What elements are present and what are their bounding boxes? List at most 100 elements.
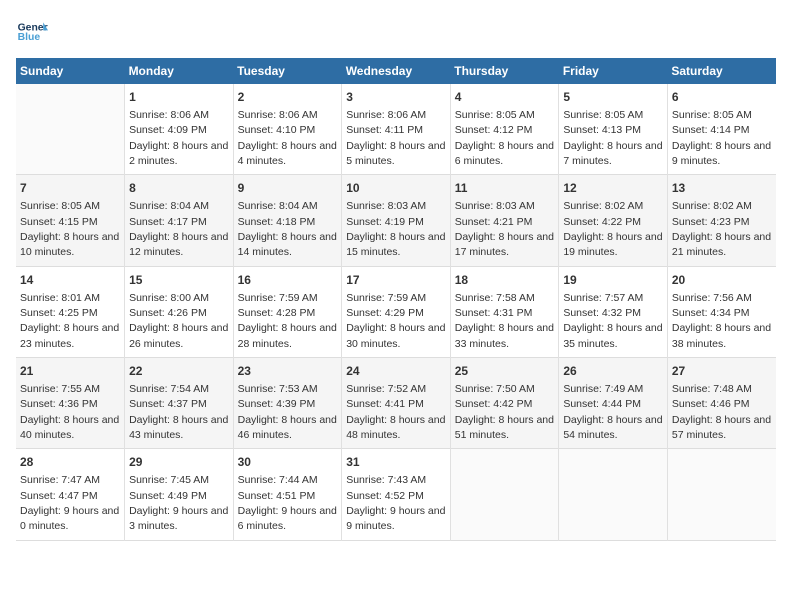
cell-daylight: Daylight: 8 hours and 5 minutes.: [346, 140, 445, 167]
cell-daylight: Daylight: 8 hours and 2 minutes.: [129, 140, 228, 167]
calendar-cell: 22 Sunrise: 7:54 AM Sunset: 4:37 PM Dayl…: [125, 358, 234, 449]
cell-sunset: Sunset: 4:31 PM: [455, 307, 533, 319]
cell-sunrise: Sunrise: 7:53 AM: [238, 383, 318, 395]
calendar-cell: 12 Sunrise: 8:02 AM Sunset: 4:22 PM Dayl…: [559, 175, 668, 266]
cell-daylight: Daylight: 8 hours and 57 minutes.: [672, 414, 771, 441]
cell-sunset: Sunset: 4:09 PM: [129, 124, 207, 136]
weekday-header-cell: Monday: [125, 58, 234, 84]
cell-sunset: Sunset: 4:14 PM: [672, 124, 750, 136]
calendar-cell: 15 Sunrise: 8:00 AM Sunset: 4:26 PM Dayl…: [125, 266, 234, 357]
calendar-cell: 5 Sunrise: 8:05 AM Sunset: 4:13 PM Dayli…: [559, 84, 668, 175]
day-number: 2: [238, 89, 338, 106]
cell-sunrise: Sunrise: 7:48 AM: [672, 383, 752, 395]
calendar-cell: 10 Sunrise: 8:03 AM Sunset: 4:19 PM Dayl…: [342, 175, 451, 266]
day-number: 13: [672, 180, 772, 197]
day-number: 14: [20, 272, 120, 289]
cell-sunset: Sunset: 4:41 PM: [346, 398, 424, 410]
calendar-cell: [450, 449, 559, 540]
cell-sunrise: Sunrise: 7:50 AM: [455, 383, 535, 395]
day-number: 20: [672, 272, 772, 289]
day-number: 24: [346, 363, 446, 380]
cell-sunrise: Sunrise: 7:45 AM: [129, 474, 209, 486]
cell-sunset: Sunset: 4:49 PM: [129, 490, 207, 502]
cell-sunrise: Sunrise: 7:47 AM: [20, 474, 100, 486]
day-number: 4: [455, 89, 555, 106]
cell-sunset: Sunset: 4:28 PM: [238, 307, 316, 319]
cell-daylight: Daylight: 9 hours and 3 minutes.: [129, 505, 228, 532]
weekday-header-row: SundayMondayTuesdayWednesdayThursdayFrid…: [16, 58, 776, 84]
cell-sunrise: Sunrise: 7:54 AM: [129, 383, 209, 395]
calendar-cell: 24 Sunrise: 7:52 AM Sunset: 4:41 PM Dayl…: [342, 358, 451, 449]
day-number: 22: [129, 363, 229, 380]
cell-sunset: Sunset: 4:22 PM: [563, 216, 641, 228]
cell-daylight: Daylight: 8 hours and 15 minutes.: [346, 231, 445, 258]
cell-daylight: Daylight: 9 hours and 6 minutes.: [238, 505, 337, 532]
weekday-header-cell: Sunday: [16, 58, 125, 84]
day-number: 19: [563, 272, 663, 289]
weekday-header-cell: Tuesday: [233, 58, 342, 84]
calendar-week-row: 21 Sunrise: 7:55 AM Sunset: 4:36 PM Dayl…: [16, 358, 776, 449]
calendar-cell: [559, 449, 668, 540]
cell-sunrise: Sunrise: 8:04 AM: [129, 200, 209, 212]
calendar-cell: 25 Sunrise: 7:50 AM Sunset: 4:42 PM Dayl…: [450, 358, 559, 449]
cell-sunrise: Sunrise: 8:03 AM: [455, 200, 535, 212]
day-number: 9: [238, 180, 338, 197]
cell-sunset: Sunset: 4:19 PM: [346, 216, 424, 228]
cell-sunset: Sunset: 4:37 PM: [129, 398, 207, 410]
weekday-header-cell: Saturday: [667, 58, 776, 84]
cell-daylight: Daylight: 8 hours and 10 minutes.: [20, 231, 119, 258]
calendar-cell: 6 Sunrise: 8:05 AM Sunset: 4:14 PM Dayli…: [667, 84, 776, 175]
cell-sunset: Sunset: 4:17 PM: [129, 216, 207, 228]
svg-text:Blue: Blue: [18, 32, 41, 43]
cell-sunset: Sunset: 4:52 PM: [346, 490, 424, 502]
calendar-cell: 23 Sunrise: 7:53 AM Sunset: 4:39 PM Dayl…: [233, 358, 342, 449]
calendar-cell: 29 Sunrise: 7:45 AM Sunset: 4:49 PM Dayl…: [125, 449, 234, 540]
weekday-header-cell: Thursday: [450, 58, 559, 84]
day-number: 18: [455, 272, 555, 289]
cell-sunrise: Sunrise: 7:43 AM: [346, 474, 426, 486]
cell-sunrise: Sunrise: 8:04 AM: [238, 200, 318, 212]
page-header: General Blue: [16, 16, 776, 48]
calendar-cell: 16 Sunrise: 7:59 AM Sunset: 4:28 PM Dayl…: [233, 266, 342, 357]
cell-sunset: Sunset: 4:36 PM: [20, 398, 98, 410]
day-number: 29: [129, 454, 229, 471]
cell-sunrise: Sunrise: 7:52 AM: [346, 383, 426, 395]
calendar-cell: 19 Sunrise: 7:57 AM Sunset: 4:32 PM Dayl…: [559, 266, 668, 357]
calendar-cell: 17 Sunrise: 7:59 AM Sunset: 4:29 PM Dayl…: [342, 266, 451, 357]
cell-sunset: Sunset: 4:46 PM: [672, 398, 750, 410]
cell-sunrise: Sunrise: 8:02 AM: [672, 200, 752, 212]
cell-sunset: Sunset: 4:51 PM: [238, 490, 316, 502]
cell-sunrise: Sunrise: 8:05 AM: [672, 109, 752, 121]
calendar-cell: 9 Sunrise: 8:04 AM Sunset: 4:18 PM Dayli…: [233, 175, 342, 266]
cell-daylight: Daylight: 9 hours and 0 minutes.: [20, 505, 119, 532]
day-number: 5: [563, 89, 663, 106]
cell-daylight: Daylight: 8 hours and 38 minutes.: [672, 322, 771, 349]
day-number: 17: [346, 272, 446, 289]
cell-daylight: Daylight: 8 hours and 26 minutes.: [129, 322, 228, 349]
weekday-header-cell: Wednesday: [342, 58, 451, 84]
cell-daylight: Daylight: 8 hours and 7 minutes.: [563, 140, 662, 167]
cell-daylight: Daylight: 8 hours and 14 minutes.: [238, 231, 337, 258]
cell-sunset: Sunset: 4:26 PM: [129, 307, 207, 319]
day-number: 31: [346, 454, 446, 471]
day-number: 25: [455, 363, 555, 380]
calendar-cell: 1 Sunrise: 8:06 AM Sunset: 4:09 PM Dayli…: [125, 84, 234, 175]
calendar-week-row: 28 Sunrise: 7:47 AM Sunset: 4:47 PM Dayl…: [16, 449, 776, 540]
cell-sunrise: Sunrise: 7:59 AM: [238, 292, 318, 304]
day-number: 15: [129, 272, 229, 289]
day-number: 8: [129, 180, 229, 197]
calendar-cell: [667, 449, 776, 540]
day-number: 23: [238, 363, 338, 380]
cell-daylight: Daylight: 8 hours and 6 minutes.: [455, 140, 554, 167]
day-number: 11: [455, 180, 555, 197]
cell-daylight: Daylight: 8 hours and 40 minutes.: [20, 414, 119, 441]
cell-sunrise: Sunrise: 8:05 AM: [563, 109, 643, 121]
cell-sunset: Sunset: 4:32 PM: [563, 307, 641, 319]
day-number: 16: [238, 272, 338, 289]
cell-sunset: Sunset: 4:39 PM: [238, 398, 316, 410]
calendar-cell: 26 Sunrise: 7:49 AM Sunset: 4:44 PM Dayl…: [559, 358, 668, 449]
cell-sunrise: Sunrise: 8:06 AM: [129, 109, 209, 121]
cell-sunrise: Sunrise: 8:06 AM: [346, 109, 426, 121]
calendar-cell: 11 Sunrise: 8:03 AM Sunset: 4:21 PM Dayl…: [450, 175, 559, 266]
calendar-week-row: 7 Sunrise: 8:05 AM Sunset: 4:15 PM Dayli…: [16, 175, 776, 266]
